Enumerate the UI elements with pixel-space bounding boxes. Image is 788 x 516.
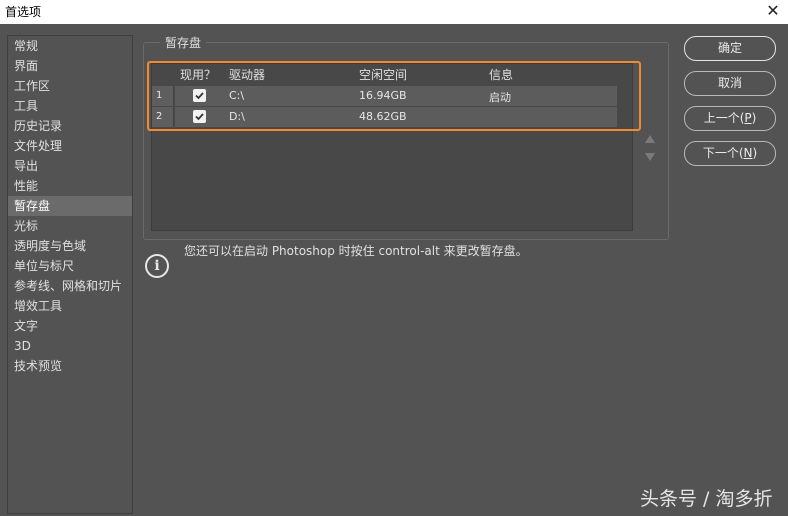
sidebar-item-interface[interactable]: 界面 — [8, 56, 132, 76]
sidebar-item-3d[interactable]: 3D — [8, 336, 132, 356]
next-paren: ) — [752, 146, 758, 160]
preferences-sidebar: 常规 界面 工作区 工具 历史记录 文件处理 导出 性能 暂存盘 光标 透明度与… — [7, 35, 133, 514]
info-hint-text: 您还可以在启动 Photoshop 时按住 control-alt 来更改暂存盘… — [184, 244, 528, 258]
sidebar-item-export[interactable]: 导出 — [8, 156, 132, 176]
next-label: 下一个( — [702, 146, 744, 160]
sidebar-item-units-rulers[interactable]: 单位与标尺 — [8, 256, 132, 276]
sidebar-item-general[interactable]: 常规 — [8, 36, 132, 56]
title-bar: 首选项 ✕ — [0, 0, 788, 24]
previous-shortcut: P — [744, 111, 752, 125]
sidebar-item-history[interactable]: 历史记录 — [8, 116, 132, 136]
info-icon: i — [145, 254, 169, 278]
sidebar-item-performance[interactable]: 性能 — [8, 176, 132, 196]
previous-button[interactable]: 上一个(P) — [684, 106, 776, 131]
triangle-up-icon[interactable] — [644, 134, 656, 144]
sidebar-item-tech-previews[interactable]: 技术预览 — [8, 356, 132, 376]
sidebar-item-cursors[interactable]: 光标 — [8, 216, 132, 236]
cancel-button[interactable]: 取消 — [684, 71, 776, 96]
sidebar-item-guides-grid-slices[interactable]: 参考线、网格和切片 — [8, 276, 132, 296]
highlight-annotation-box — [147, 61, 641, 131]
window-title: 首选项 — [5, 5, 42, 19]
sidebar-item-workspace[interactable]: 工作区 — [8, 76, 132, 96]
previous-label: 上一个( — [703, 111, 745, 125]
group-title: 暂存盘 — [160, 34, 207, 51]
previous-paren: ) — [751, 111, 757, 125]
next-button[interactable]: 下一个(N) — [684, 141, 776, 166]
sidebar-item-type[interactable]: 文字 — [8, 316, 132, 336]
sidebar-item-tools[interactable]: 工具 — [8, 96, 132, 116]
sidebar-item-file-handling[interactable]: 文件处理 — [8, 136, 132, 156]
triangle-down-icon[interactable] — [644, 152, 656, 162]
ok-button[interactable]: 确定 — [684, 36, 776, 61]
sidebar-item-scratch-disks[interactable]: 暂存盘 — [8, 196, 132, 216]
close-icon[interactable]: ✕ — [758, 0, 788, 24]
sidebar-item-transparency-gamut[interactable]: 透明度与色域 — [8, 236, 132, 256]
sidebar-item-plugins[interactable]: 增效工具 — [8, 296, 132, 316]
watermark: 头条号 / 淘多折 — [640, 488, 773, 510]
